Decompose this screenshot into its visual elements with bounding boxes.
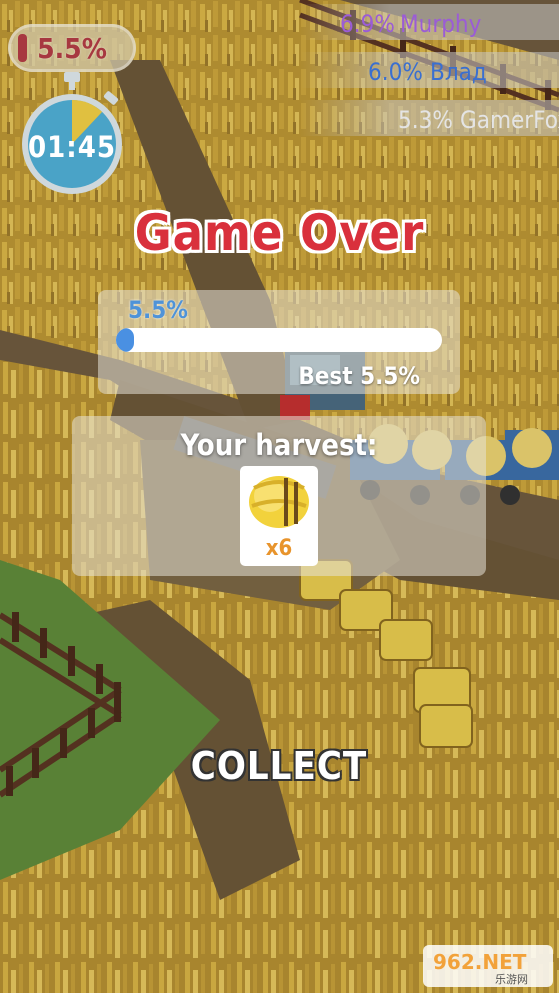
harvest-label: Your harvest: [180,428,378,462]
leaderboard-percent: 5.3% [398,106,453,134]
hay-bale-icon [249,476,309,528]
leaderboard-percent: 6.9% [340,10,395,38]
progress-panel: 5.5% Best 5.5% [98,290,460,394]
harvest-item-card: x6 [240,466,318,566]
progress-fill [116,328,134,352]
player-percent: 5.5% [37,32,107,65]
leaderboard-row: 6.0% Влад [300,52,559,88]
timer-text: 01:45 [27,130,117,164]
svg-text:962.NET: 962.NET [433,950,527,974]
watermark-logo: 962.NET 乐游网 [423,945,553,987]
progress-label: 5.5% [128,296,188,324]
leaderboard-row: 6.9% Murphy [300,4,559,40]
collect-button[interactable]: COLLECT [179,738,379,794]
leaderboard-name: Влад [430,58,487,86]
leaderboard-name: GamerFox [460,106,559,134]
best-score: Best 5.5% [298,362,420,390]
harvest-panel: Your harvest: x6 [72,416,486,576]
timer: 01:45 [20,72,124,196]
leaderboard: 6.9% Murphy 6.0% Влад 5.3% GamerFox [300,0,559,140]
harvest-count: x6 [265,536,293,561]
leaderboard-percent: 6.0% [368,58,423,86]
leaderboard-row: 5.3% GamerFox [300,100,559,136]
game-over-title: Game Over [134,204,425,262]
svg-text:乐游网: 乐游网 [495,973,528,986]
leaderboard-name: Murphy [400,10,482,38]
progress-bar [116,328,442,352]
player-percent-badge: 5.5% [8,24,136,72]
